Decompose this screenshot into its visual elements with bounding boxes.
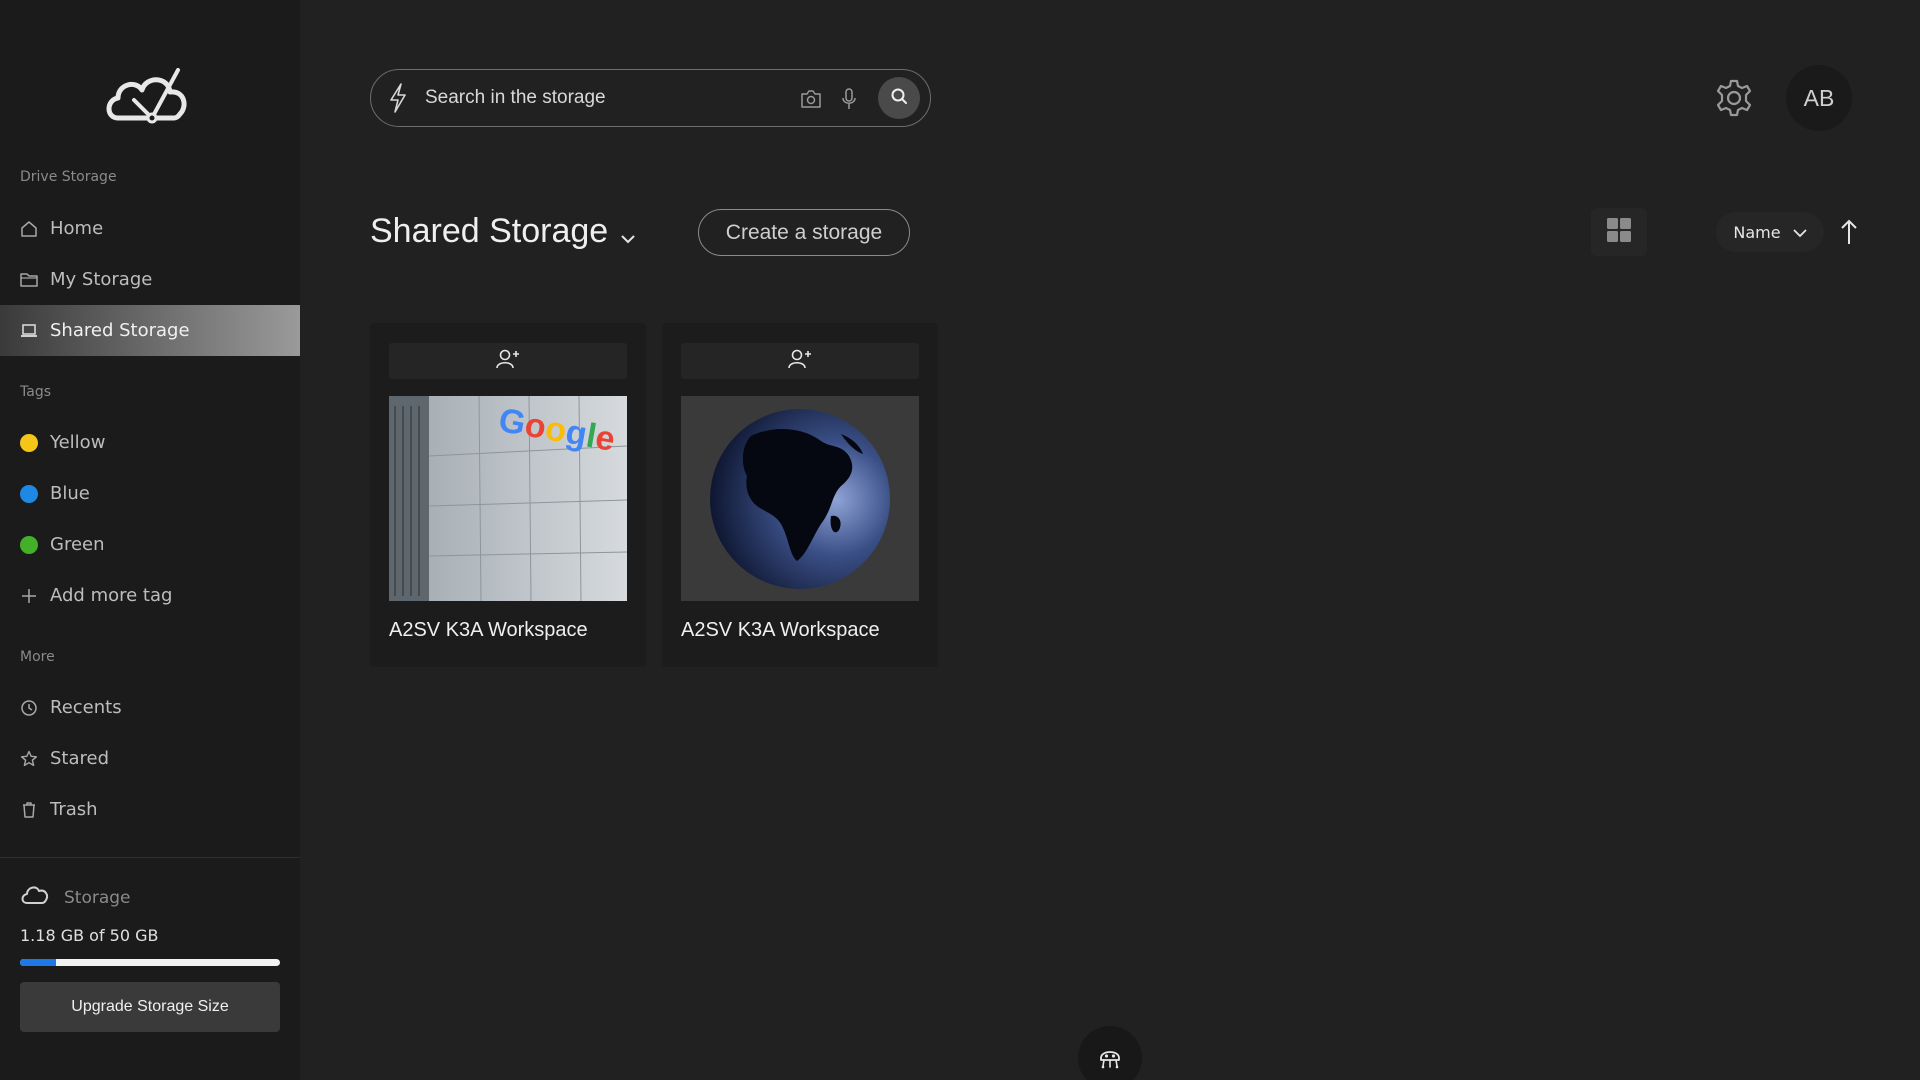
add-tag-button[interactable]: Add more tag [0, 570, 300, 621]
storage-card[interactable]: Google A2SV K3A Workspace [370, 323, 646, 667]
sidebar-item-shared-storage[interactable]: Shared Storage [0, 305, 300, 356]
plus-icon [20, 587, 38, 605]
user-avatar[interactable]: AB [1786, 65, 1852, 131]
share-button[interactable] [389, 343, 627, 379]
upgrade-storage-button[interactable]: Upgrade Storage Size [20, 982, 280, 1032]
lightning-icon [387, 82, 409, 114]
section-label-tags: Tags [20, 384, 51, 400]
share-button[interactable] [681, 343, 919, 379]
chevron-down-icon [1792, 223, 1807, 242]
sidebar-item-label: Blue [50, 483, 90, 504]
sort-direction-button[interactable] [1838, 218, 1860, 246]
sidebar-item-label: My Storage [50, 269, 153, 290]
sidebar: Drive Storage Home My Storage Shared Sto… [0, 0, 300, 1080]
sidebar-item-tag-green[interactable]: Green [0, 519, 300, 570]
google-building-image: Google [389, 396, 627, 601]
storage-label: Storage [64, 887, 131, 908]
sidebar-item-my-storage[interactable]: My Storage [0, 254, 300, 305]
storage-header: Storage [20, 884, 131, 911]
sidebar-item-tag-yellow[interactable]: Yellow [0, 417, 300, 468]
sidebar-item-home[interactable]: Home [0, 203, 300, 254]
search-bar[interactable] [370, 69, 931, 127]
sidebar-divider [0, 857, 300, 858]
sidebar-item-label: Home [50, 218, 104, 239]
storage-progress-bar [20, 959, 280, 966]
search-icon [890, 87, 908, 109]
storage-card[interactable]: A2SV K3A Workspace [662, 323, 938, 667]
microphone-icon[interactable] [837, 87, 861, 111]
card-title: A2SV K3A Workspace [681, 619, 880, 641]
laptop-icon [20, 322, 38, 340]
sidebar-item-label: Stared [50, 748, 110, 769]
grid-icon [1606, 217, 1632, 247]
sidebar-item-stared[interactable]: Stared [0, 733, 300, 784]
add-user-icon [496, 348, 520, 374]
create-storage-button[interactable]: Create a storage [698, 209, 910, 256]
robot-icon [1097, 1044, 1123, 1074]
storage-usage-text: 1.18 GB of 50 GB [20, 926, 159, 945]
search-button[interactable] [878, 77, 920, 119]
arrow-up-icon [1838, 219, 1860, 250]
sidebar-item-trash[interactable]: Trash [0, 784, 300, 835]
clock-icon [20, 699, 38, 717]
page-title: Shared Storage [370, 212, 609, 250]
sort-by-dropdown[interactable]: Name [1716, 212, 1824, 252]
sidebar-item-label: Green [50, 534, 105, 555]
cloud-logo-icon[interactable] [104, 60, 198, 130]
star-icon [20, 750, 38, 768]
cloud-icon [20, 884, 50, 911]
yellow-dot-icon [20, 433, 38, 452]
sidebar-item-label: Add more tag [50, 585, 173, 606]
assistant-button[interactable] [1078, 1026, 1142, 1080]
search-input[interactable] [425, 87, 785, 109]
storage-title-dropdown[interactable]: Shared Storage [370, 210, 636, 253]
globe-image [681, 396, 919, 601]
sidebar-item-label: Yellow [50, 432, 106, 453]
settings-gear-icon[interactable] [1714, 78, 1754, 118]
folder-icon [20, 271, 38, 289]
sidebar-item-tag-blue[interactable]: Blue [0, 468, 300, 519]
sidebar-item-label: Trash [50, 799, 98, 820]
sort-label: Name [1733, 222, 1781, 242]
section-label-more: More [20, 649, 55, 665]
section-label-drive-storage: Drive Storage [20, 169, 117, 185]
green-dot-icon [20, 535, 38, 554]
home-icon [20, 220, 38, 238]
sidebar-item-recents[interactable]: Recents [0, 682, 300, 733]
sidebar-item-label: Shared Storage [50, 320, 190, 341]
add-user-icon [788, 348, 812, 374]
camera-icon[interactable] [799, 87, 823, 111]
trash-icon [20, 801, 38, 819]
blue-dot-icon [20, 484, 38, 503]
chevron-down-icon [620, 214, 636, 253]
grid-view-toggle[interactable] [1591, 208, 1647, 256]
sidebar-item-label: Recents [50, 697, 122, 718]
card-title: A2SV K3A Workspace [389, 619, 588, 641]
storage-progress-fill [20, 959, 57, 966]
